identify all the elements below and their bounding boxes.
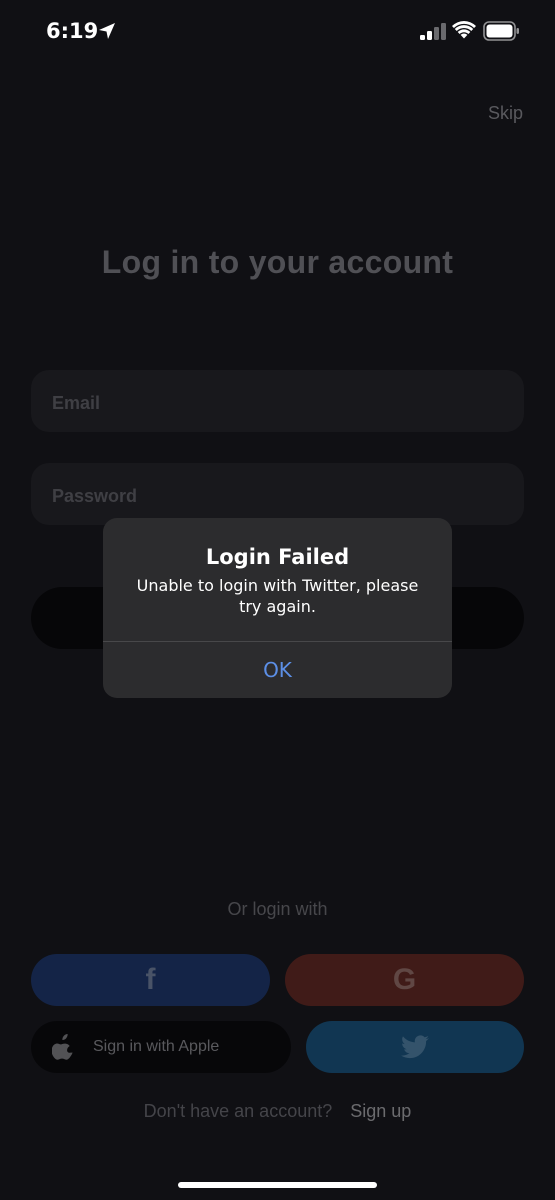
alert-title: Login Failed xyxy=(205,545,350,569)
battery-icon xyxy=(483,21,519,41)
status-time: 6:19 xyxy=(46,19,99,43)
status-bar: 6:19 xyxy=(0,0,555,60)
signal-icon xyxy=(420,23,446,40)
alert-ok-button[interactable]: OK xyxy=(103,642,452,698)
home-indicator[interactable] xyxy=(178,1182,377,1188)
login-failed-alert: Login Failed Unable to login with Twitte… xyxy=(103,518,452,698)
wifi-icon xyxy=(452,21,476,39)
location-arrow-icon xyxy=(99,23,115,39)
alert-message: Unable to login with Twitter, please try… xyxy=(136,576,419,616)
